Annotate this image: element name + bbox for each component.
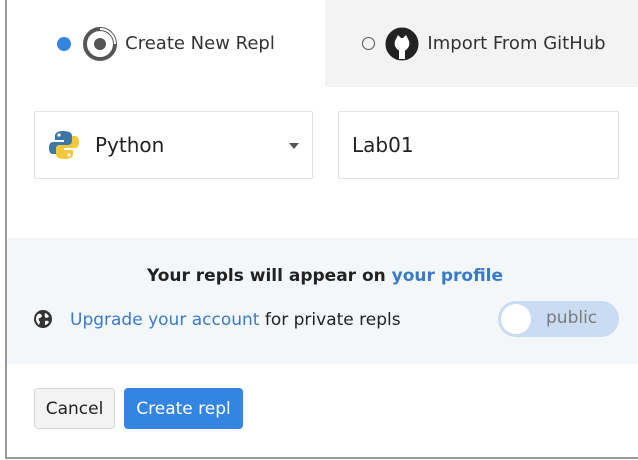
replit-logo-icon (83, 26, 118, 61)
selected-language-label: Python (95, 133, 165, 157)
profile-notice-text: Your repls will appear on (146, 266, 392, 286)
toggle-knob (501, 304, 531, 334)
profile-notice: Your repls will appear on your profile (7, 266, 638, 286)
tab-bar: Create New Repl Import From GitHub (7, 0, 638, 87)
tab-create-label: Create New Repl (125, 33, 275, 54)
python-icon (47, 128, 81, 162)
toggle-label: public (546, 308, 598, 328)
upgrade-account-link[interactable]: Upgrade your account (70, 310, 259, 330)
visibility-toggle[interactable]: public (498, 301, 619, 337)
create-repl-dialog: Create New Repl Import From GitHub Pytho… (5, 0, 638, 459)
create-repl-button[interactable]: Create repl (124, 388, 243, 429)
tab-import-label: Import From GitHub (427, 33, 606, 54)
radio-unselected-indicator (362, 37, 376, 50)
tab-create-new-repl[interactable]: Create New Repl (7, 0, 325, 87)
github-icon (385, 27, 419, 61)
language-select[interactable]: Python (34, 111, 313, 179)
radio-selected-indicator (57, 36, 72, 51)
chevron-down-icon (289, 143, 299, 149)
tab-import-from-github[interactable]: Import From GitHub (325, 0, 638, 87)
globe-icon (33, 309, 53, 329)
repl-name-input[interactable] (338, 111, 619, 179)
upgrade-notice-text: for private repls (259, 310, 401, 330)
visibility-info-panel: Your repls will appear on your profile U… (7, 238, 638, 364)
upgrade-notice: Upgrade your account for private repls (70, 310, 401, 330)
your-profile-link[interactable]: your profile (392, 266, 503, 286)
cancel-button[interactable]: Cancel (34, 388, 115, 429)
